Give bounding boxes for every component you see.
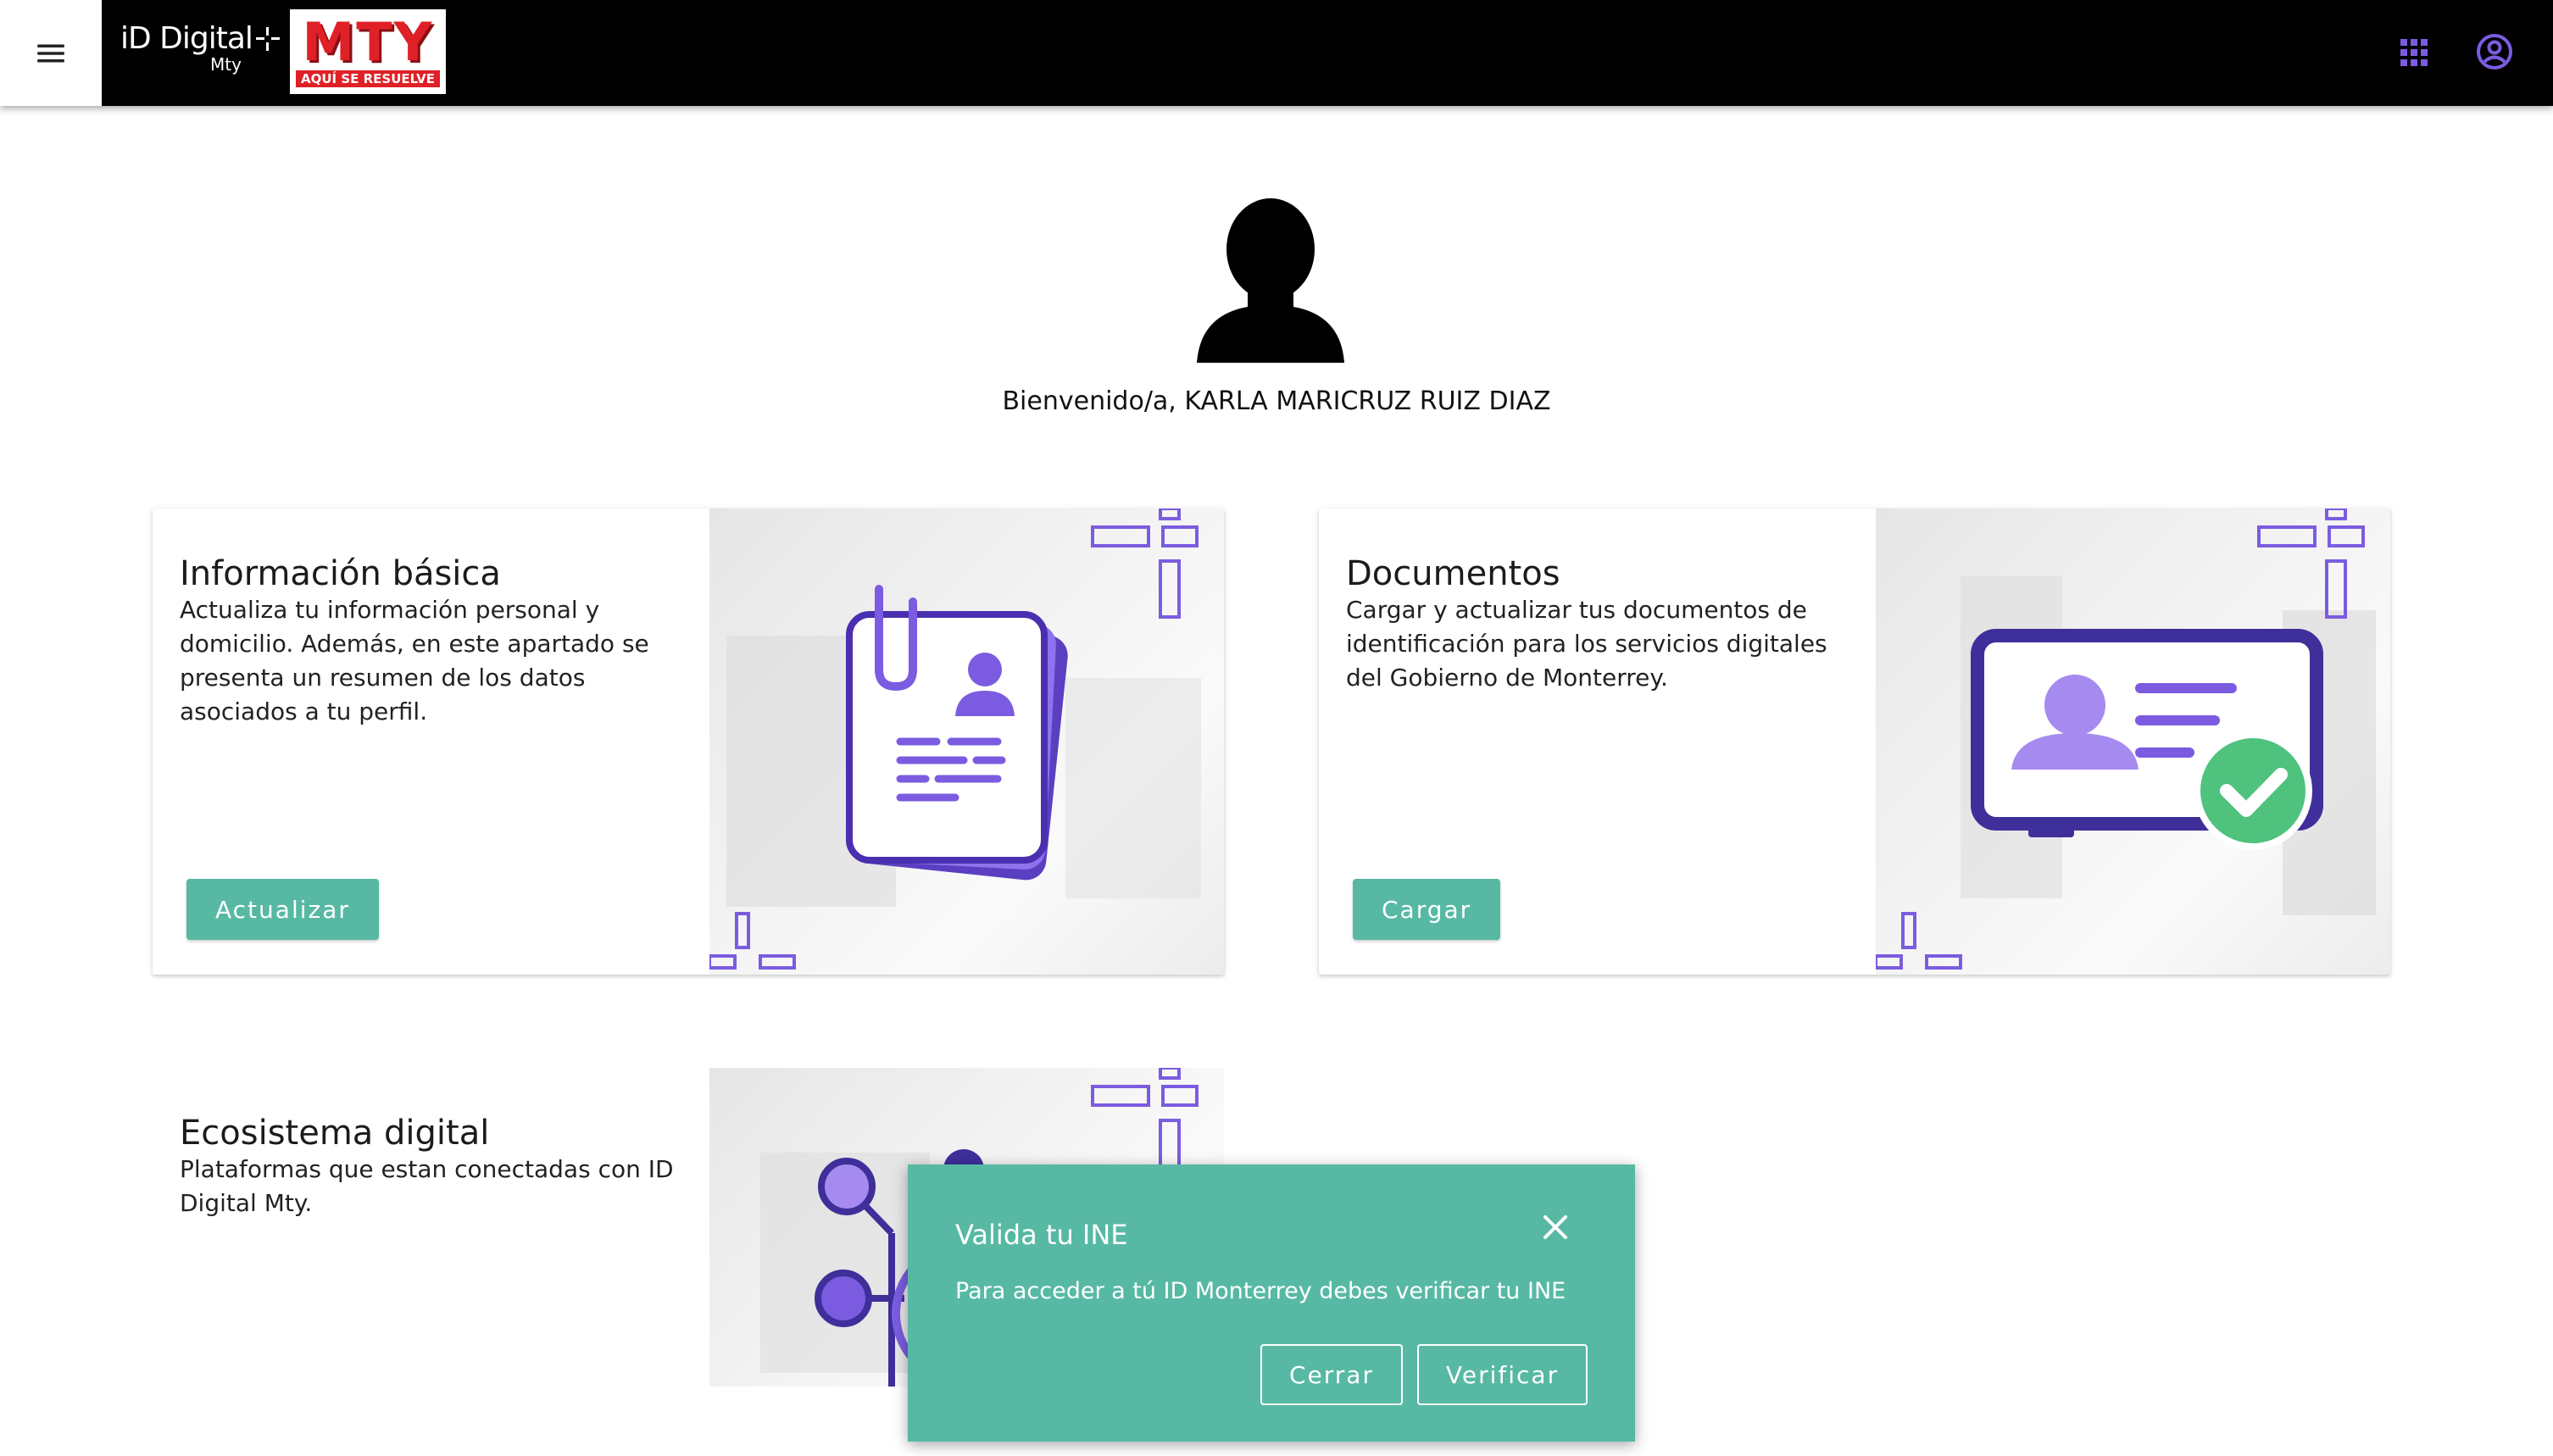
dialog-verify-button[interactable]: Verificar: [1417, 1344, 1588, 1405]
card-title: Documentos: [1346, 554, 1560, 593]
card-description: Actualiza tu información personal y domi…: [180, 596, 649, 725]
mty-logo-word: MTY: [302, 11, 434, 73]
dialog-title: Valida tu INE: [955, 1219, 1128, 1251]
mty-logo-tagline: AQUÍ SE RESUELVE: [296, 70, 440, 87]
card-title: Ecosistema digital: [180, 1114, 490, 1153]
card-description: Plataformas que estan conectadas con ID …: [180, 1155, 674, 1217]
profile-document-illustration: [709, 508, 1224, 975]
mty-logo: MTY AQUÍ SE RESUELVE: [290, 9, 446, 94]
card-documents: Documentos Cargar y actualizar tus docum…: [1319, 508, 2390, 975]
hamburger-menu-icon: [37, 44, 64, 62]
apps-grid-icon[interactable]: [2397, 36, 2431, 69]
validate-ine-dialog: Valida tu INE Para acceder a tú ID Monte…: [908, 1164, 1635, 1442]
plus-spark-icon: [255, 27, 280, 51]
brand-name: iD Digital: [120, 21, 253, 56]
account-circle-icon[interactable]: [2475, 32, 2514, 71]
card-basic-info: Información básica Actualiza tu informac…: [153, 508, 1224, 975]
upload-button[interactable]: Cargar: [1353, 879, 1501, 940]
close-icon[interactable]: [1532, 1203, 1579, 1251]
dialog-close-button[interactable]: Cerrar: [1260, 1344, 1403, 1405]
dialog-message: Para acceder a tú ID Monterrey debes ver…: [955, 1278, 1566, 1304]
card-title: Información básica: [180, 554, 501, 593]
update-button[interactable]: Actualizar: [186, 879, 379, 940]
id-card-verified-illustration: [1876, 508, 2390, 975]
top-app-bar: iD Digital Mty MTY AQUÍ SE RESUELVE: [0, 0, 2553, 106]
card-description: Cargar y actualizar tus documentos de id…: [1346, 596, 1827, 692]
welcome-message: Bienvenido/a, KARLA MARICRUZ RUIZ DIAZ: [1002, 386, 1551, 416]
brand-subtitle: Mty: [210, 54, 242, 75]
id-digital-logo[interactable]: iD Digital Mty: [120, 20, 281, 80]
menu-button[interactable]: [0, 0, 102, 106]
user-avatar-icon: [1197, 198, 1344, 363]
